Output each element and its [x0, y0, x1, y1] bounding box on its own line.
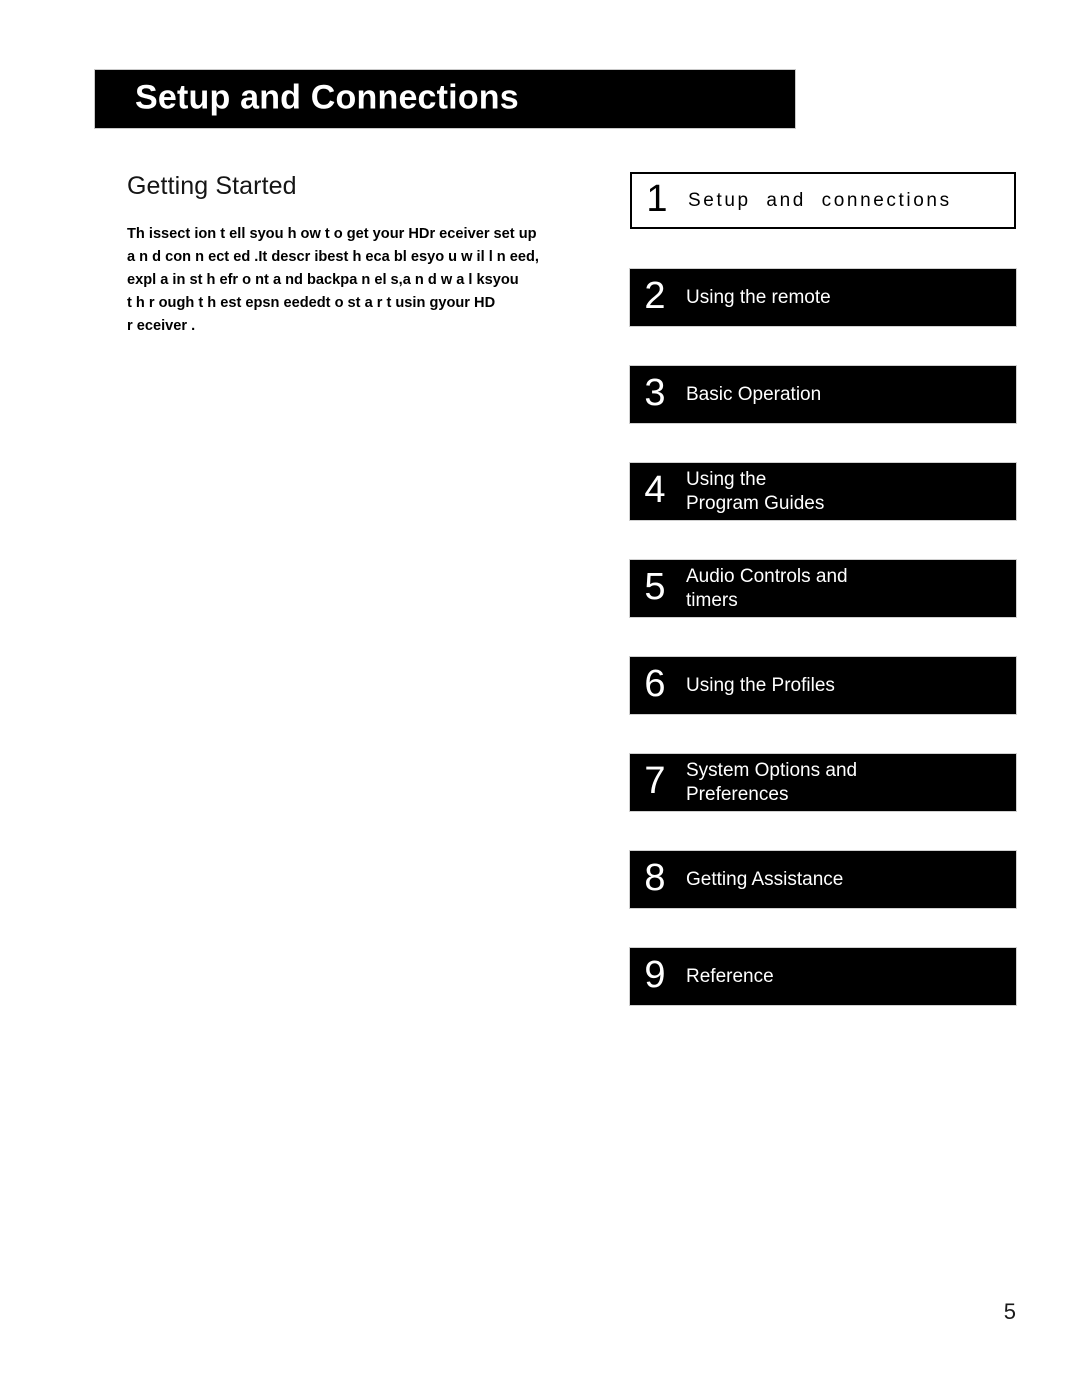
chapter-label-line: Using the Profiles [686, 674, 835, 696]
intro-paragraph-line: Th issect ion t ell syou h ow t o get yo… [127, 225, 537, 242]
intro-paragraph-line: t h r ough t h est epsn eededt o st a r … [127, 294, 496, 311]
chapter-label-line: System Options and [686, 759, 858, 781]
intro-paragraph-line: r eceiver . [127, 317, 196, 334]
section-heading: Getting Started [127, 172, 297, 200]
chapter-list: 1 Setup and connections 2 Using the remote 3… [630, 172, 1016, 1045]
chapter-label-line: Preferences [686, 783, 789, 805]
intro-column: Getting Started Th issect ion t ell syou… [127, 172, 597, 338]
chapter-number: 1 [646, 178, 668, 220]
chapter-item-1[interactable]: 1 Setup and connections [630, 172, 1016, 229]
chapter-label-line: Setup and connections [688, 189, 952, 211]
chapter-label-line: Program Guides [686, 492, 825, 514]
chapter-item-3[interactable]: 3 Basic Operation [630, 366, 1016, 423]
chapter-label-line: Reference [686, 965, 774, 987]
chapter-label-line: Using the [686, 468, 767, 490]
intro-paragraph: Th issect ion t ell syou h ow t o get yo… [127, 223, 597, 338]
intro-paragraph-line: a n d con n ect ed .It descr ibest h eca… [127, 248, 539, 265]
intro-paragraph-line: expl a in st h efr o nt a nd backpa n el… [127, 271, 519, 288]
chapter-number: 2 [644, 275, 666, 317]
chapter-number: 3 [644, 372, 666, 414]
chapter-label: Getting Assistance [680, 868, 1016, 892]
chapter-label-line: timers [686, 589, 738, 611]
chapter-number: 6 [644, 663, 666, 705]
chapter-label: Using the remote [680, 286, 1016, 310]
chapter-number: 8 [644, 857, 666, 899]
chapter-label-line: Getting Assistance [686, 868, 844, 890]
chapter-item-6[interactable]: 6 Using the Profiles [630, 657, 1016, 714]
page-header-banner: Setup and Connections [95, 70, 795, 128]
chapter-label-line: Using the remote [686, 286, 831, 308]
chapter-label-line: Basic Operation [686, 383, 822, 405]
chapter-item-5[interactable]: 5 Audio Controls and timers [630, 560, 1016, 617]
chapter-number: 9 [644, 954, 666, 996]
page-number: 5 [1003, 1299, 1016, 1324]
chapter-label: Using the Program Guides [680, 468, 1016, 515]
chapter-item-8[interactable]: 8 Getting Assistance [630, 851, 1016, 908]
chapter-item-2[interactable]: 2 Using the remote [630, 269, 1016, 326]
chapter-number: 4 [644, 469, 666, 511]
chapter-label: Using the Profiles [680, 674, 1016, 698]
chapter-label: Setup and connections [682, 189, 1014, 213]
chapter-item-9[interactable]: 9 Reference [630, 948, 1016, 1005]
chapter-item-7[interactable]: 7 System Options and Preferences [630, 754, 1016, 811]
chapter-item-4[interactable]: 4 Using the Program Guides [630, 463, 1016, 520]
chapter-label: Audio Controls and timers [680, 565, 1016, 612]
chapter-label: Reference [680, 965, 1016, 989]
chapter-number: 7 [644, 760, 666, 802]
chapter-label: Basic Operation [680, 383, 1016, 407]
chapter-label: System Options and Preferences [680, 759, 1016, 806]
page-title: Setup and Connections [135, 78, 519, 117]
chapter-label-line: Audio Controls and [686, 565, 848, 587]
chapter-number: 5 [644, 566, 666, 608]
